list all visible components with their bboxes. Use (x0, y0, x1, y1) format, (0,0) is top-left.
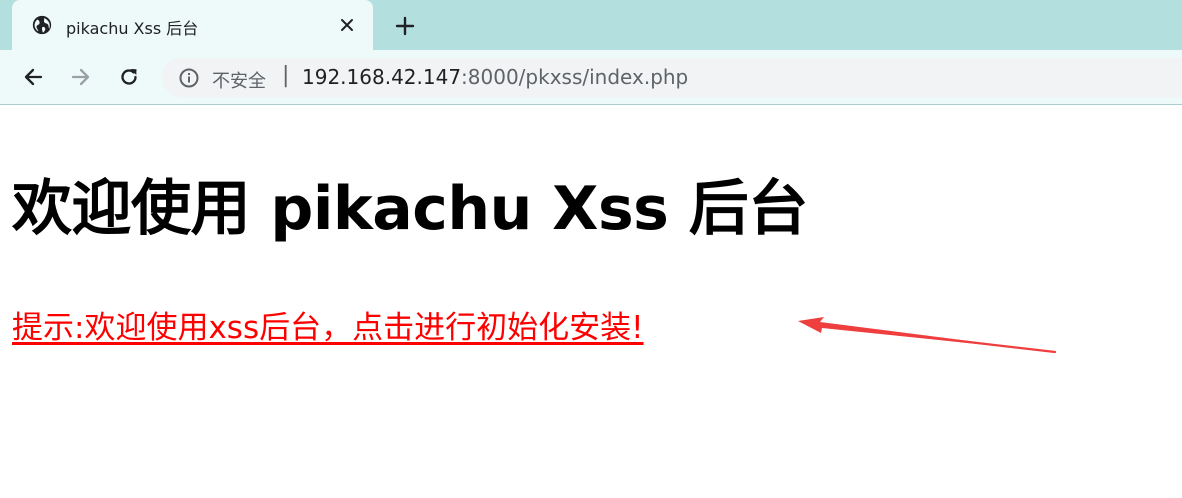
reload-icon (121, 69, 137, 85)
page-title: 欢迎使用 pikachu Xss 后台 (12, 174, 808, 244)
globe-icon (32, 15, 52, 35)
reload-button[interactable] (113, 61, 145, 93)
tab-title: pikachu Xss 后台 (66, 19, 199, 38)
address-bar[interactable]: 不安全 | 192.168.42.147:8000/pkxss/index.ph… (162, 58, 1182, 97)
install-link[interactable]: 提示:欢迎使用xss后台，点击进行初始化安装! (12, 302, 644, 347)
arrow-right-icon (71, 68, 90, 86)
forward-button[interactable] (65, 61, 97, 93)
red-arrow-icon (798, 317, 1057, 354)
new-tab-button[interactable] (391, 12, 419, 40)
arrow-left-icon (24, 68, 43, 86)
toolbar: 不安全 | 192.168.42.147:8000/pkxss/index.ph… (0, 50, 1182, 105)
plus-icon (395, 16, 415, 36)
tab-active[interactable]: pikachu Xss 后台 (12, 0, 373, 50)
security-label[interactable]: 不安全 (212, 67, 266, 93)
info-icon[interactable] (178, 67, 200, 89)
url-text[interactable]: 192.168.42.147:8000/pkxss/index.php (302, 65, 688, 89)
tab-strip: pikachu Xss 后台 (0, 0, 1182, 50)
back-button[interactable] (17, 61, 49, 93)
close-icon[interactable] (336, 14, 358, 36)
url-path: :8000/pkxss/index.php (461, 65, 689, 89)
url-separator: | (282, 63, 290, 88)
url-host: 192.168.42.147 (302, 65, 462, 89)
